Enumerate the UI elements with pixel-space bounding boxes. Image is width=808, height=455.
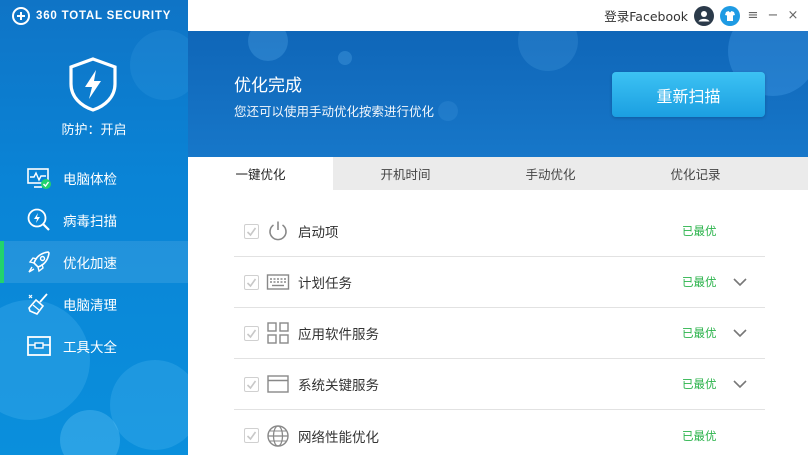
rescan-button[interactable]: 重新扫描 (612, 72, 765, 117)
title-bar: 登录Facebook ≡ − × (188, 0, 808, 31)
tab-manual-optimize[interactable]: 手动优化 (478, 157, 623, 190)
row-checkbox[interactable] (244, 428, 259, 443)
user-avatar-icon[interactable] (694, 5, 714, 26)
protection-status: 防护：开启 (61, 123, 127, 138)
result-banner: 优化完成 您还可以使用手动优化按索进行优化 重新扫描 (188, 31, 808, 157)
row-label: 应用软件服务 (298, 327, 379, 343)
sidebar-item-optimize[interactable]: 优化加速 (0, 241, 188, 283)
row-checkbox[interactable] (244, 223, 259, 239)
sidebar-item-virus-scan[interactable]: 病毒扫描 (0, 199, 188, 241)
power-icon (266, 219, 290, 243)
sidebar-item-label: 电脑体检 (63, 172, 117, 188)
logo-plus-icon (12, 7, 30, 25)
logo-text: 360 TOTAL SECURITY (36, 10, 172, 22)
shield-icon (66, 56, 120, 112)
sidebar-item-label: 病毒扫描 (63, 214, 117, 230)
rocket-icon (26, 249, 52, 275)
tab-optimize-history[interactable]: 优化记录 (623, 157, 768, 190)
banner-subtitle: 您还可以使用手动优化按索进行优化 (234, 104, 435, 119)
row-checkbox[interactable] (244, 376, 259, 392)
status-badge: 已最优 (682, 224, 717, 238)
virus-scan-icon (26, 207, 52, 233)
skin-shirt-icon[interactable] (720, 5, 740, 26)
tab-boot-time[interactable]: 开机时间 (333, 157, 478, 190)
sidebar: 360 TOTAL SECURITY 防护：开启 电脑体检 病毒扫描 优化加速 … (0, 0, 188, 455)
status-badge: 已最优 (682, 275, 717, 289)
app-logo: 360 TOTAL SECURITY (12, 6, 171, 26)
sidebar-item-label: 电脑清理 (63, 298, 117, 314)
globe-icon (266, 424, 290, 448)
row-label: 计划任务 (298, 276, 352, 292)
list-item: 网络性能优化 已最优 (234, 410, 765, 455)
list-item: 应用软件服务 已最优 (234, 308, 765, 359)
window-icon (266, 372, 290, 396)
tab-bar: 一键优化 开机时间 手动优化 优化记录 (188, 157, 808, 190)
row-checkbox[interactable] (244, 274, 259, 290)
menu-icon[interactable]: ≡ (746, 8, 760, 23)
row-label: 启动项 (298, 225, 339, 241)
close-button[interactable]: × (786, 8, 800, 23)
broom-icon (26, 291, 52, 317)
toolbox-icon (26, 333, 52, 359)
sidebar-nav: 电脑体检 病毒扫描 优化加速 电脑清理 工具大全 (0, 157, 188, 367)
chevron-down-icon[interactable] (732, 325, 748, 341)
keyboard-icon (266, 270, 290, 294)
optimization-list: 启动项 已最优 计划任务 已最优 应用软件服务 已最优 系统关键服务 已最优 网… (234, 206, 765, 455)
list-item: 启动项 已最优 (234, 206, 765, 257)
row-label: 系统关键服务 (298, 378, 379, 394)
sidebar-item-label: 优化加速 (63, 256, 117, 272)
row-checkbox[interactable] (244, 325, 259, 341)
list-item: 系统关键服务 已最优 (234, 359, 765, 410)
tab-one-click-optimize[interactable]: 一键优化 (188, 157, 333, 190)
monitor-check-icon (26, 165, 52, 191)
sidebar-item-toolbox[interactable]: 工具大全 (0, 325, 188, 367)
login-facebook-link[interactable]: 登录Facebook (604, 6, 688, 25)
banner-title: 优化完成 (234, 76, 302, 96)
status-badge: 已最优 (682, 377, 717, 391)
sidebar-item-cleanup[interactable]: 电脑清理 (0, 283, 188, 325)
status-badge: 已最优 (682, 326, 717, 340)
chevron-down-icon[interactable] (732, 376, 748, 392)
list-item: 计划任务 已最优 (234, 257, 765, 308)
chevron-down-icon[interactable] (732, 274, 748, 290)
row-label: 网络性能优化 (298, 429, 379, 446)
status-badge: 已最优 (682, 428, 717, 443)
apps-grid-icon (266, 321, 290, 345)
sidebar-item-checkup[interactable]: 电脑体检 (0, 157, 188, 199)
minimize-button[interactable]: − (766, 8, 780, 23)
sidebar-item-label: 工具大全 (63, 340, 117, 356)
